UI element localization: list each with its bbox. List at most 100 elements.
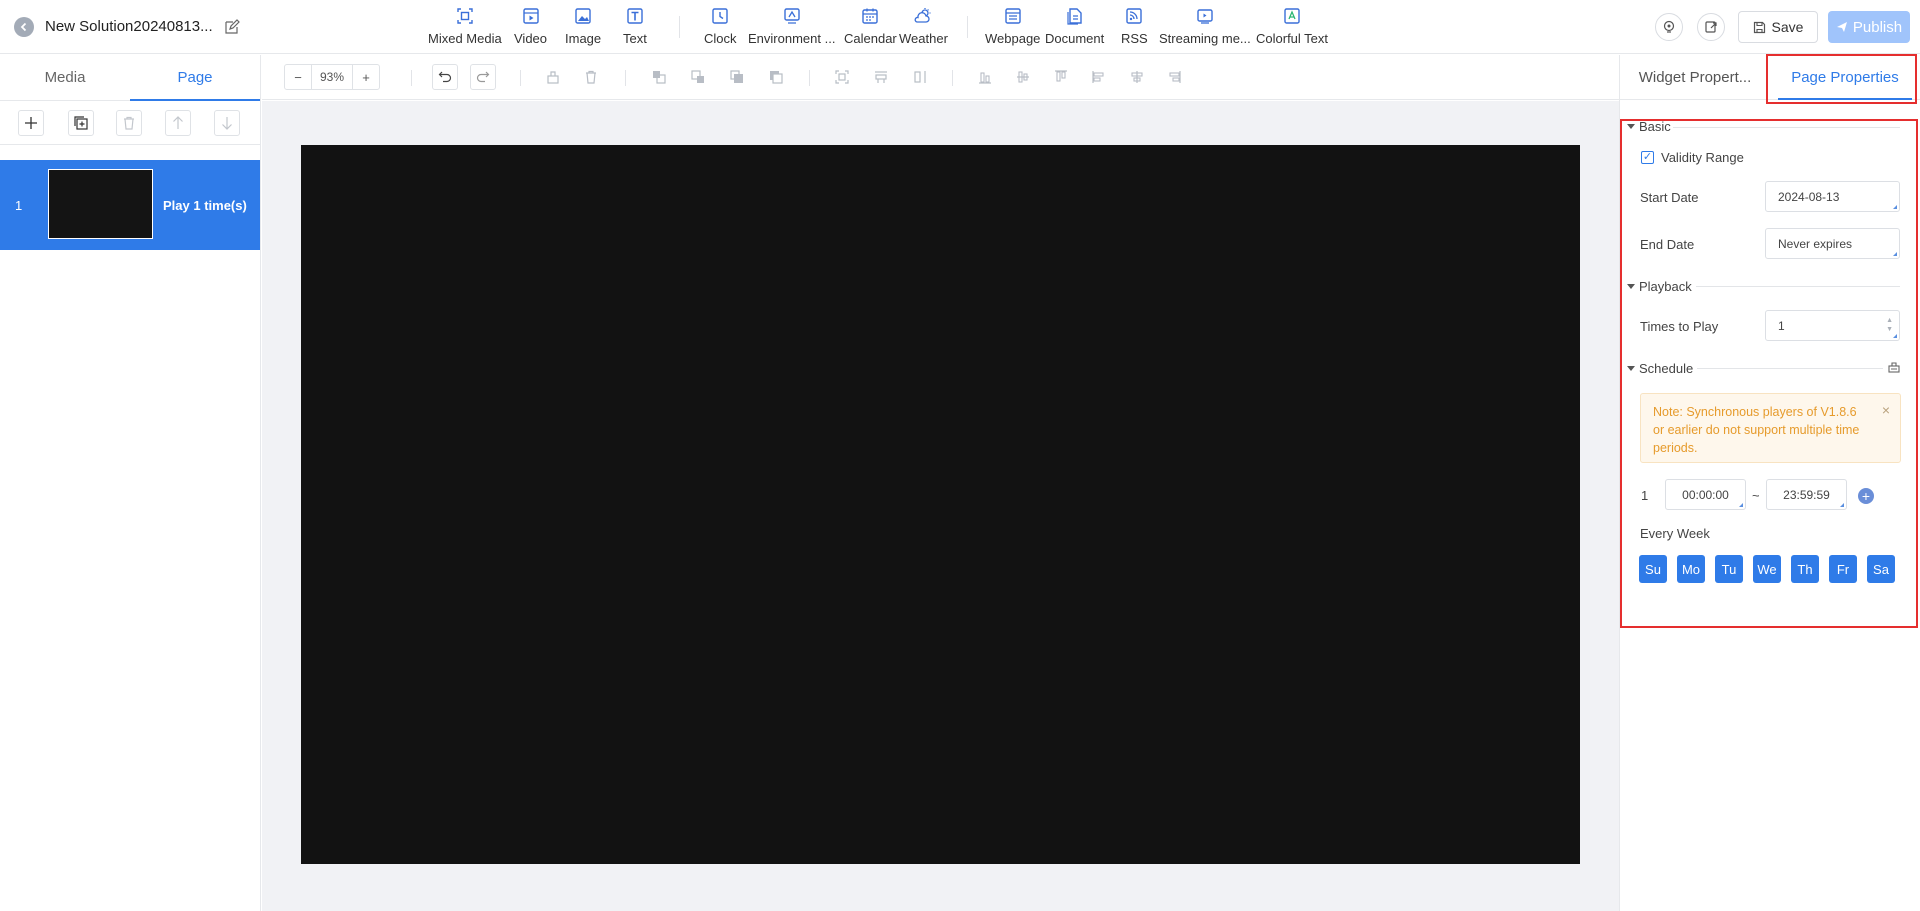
add-page-icon[interactable] <box>18 110 44 136</box>
section-basic[interactable]: Basic <box>1627 119 1671 134</box>
undo-icon[interactable] <box>432 64 458 90</box>
toolbar-divider <box>625 70 626 86</box>
page-toolbar <box>0 101 260 145</box>
note-text: Note: Synchronous players of V1.8.6 or e… <box>1653 405 1860 455</box>
redo-icon[interactable] <box>470 64 496 90</box>
day-monday[interactable]: Mo <box>1677 555 1705 583</box>
page-list-item[interactable]: 1 Play 1 time(s) <box>0 160 260 250</box>
toolbar-divider <box>520 70 521 86</box>
schedule-settings-icon[interactable] <box>1888 361 1900 373</box>
add-period-icon[interactable]: + <box>1858 488 1874 504</box>
send-to-back-icon[interactable] <box>763 64 789 90</box>
caret-down-icon <box>1627 284 1635 289</box>
tool-document[interactable]: Document <box>1045 4 1104 50</box>
zoom-in-icon[interactable]: + <box>353 65 379 89</box>
rss-icon <box>1124 6 1144 26</box>
align-horizontal-center-icon[interactable] <box>1124 64 1150 90</box>
caret-down-icon <box>1627 366 1635 371</box>
send-backward-icon[interactable] <box>685 64 711 90</box>
time-separator: ~ <box>1752 488 1760 503</box>
validity-range-checkbox[interactable]: ✓ <box>1641 151 1654 164</box>
tool-label: Clock <box>704 31 737 46</box>
start-time-field[interactable]: 00:00:00 <box>1665 479 1746 510</box>
clear-icon[interactable] <box>540 64 566 90</box>
end-date-field[interactable]: Never expires <box>1765 228 1900 259</box>
section-title: Playback <box>1639 279 1692 294</box>
tool-rss[interactable]: RSS <box>1121 4 1148 50</box>
end-time-field[interactable]: 23:59:59 <box>1766 479 1847 510</box>
day-wednesday[interactable]: We <box>1753 555 1781 583</box>
tab-media[interactable]: Media <box>0 55 130 100</box>
tool-image[interactable]: Image <box>565 4 601 50</box>
export-icon[interactable] <box>1697 13 1725 41</box>
tool-label: Environment ... <box>748 31 836 46</box>
tool-video[interactable]: Video <box>514 4 547 50</box>
back-icon[interactable] <box>14 17 34 37</box>
delete-page-icon[interactable] <box>116 110 142 136</box>
save-button[interactable]: Save <box>1738 11 1818 43</box>
tab-page[interactable]: Page <box>130 55 260 101</box>
zoom-out-icon[interactable]: − <box>285 65 311 89</box>
image-icon <box>573 6 593 26</box>
toolbar-divider <box>967 16 968 38</box>
page-thumbnail <box>48 169 153 239</box>
text-icon <box>625 6 645 26</box>
left-panel: Media Page 1 Play 1 time(s) <box>0 55 261 911</box>
move-up-icon[interactable] <box>165 110 191 136</box>
clock-icon <box>710 6 730 26</box>
tool-label: Mixed Media <box>428 31 502 46</box>
tool-weather[interactable]: Weather <box>899 4 948 50</box>
canvas-area <box>262 101 1619 911</box>
section-title: Basic <box>1639 119 1671 134</box>
fill-height-icon[interactable] <box>907 64 933 90</box>
fit-canvas-icon[interactable] <box>829 64 855 90</box>
section-schedule[interactable]: Schedule <box>1627 361 1693 376</box>
zoom-value: 93% <box>311 65 353 89</box>
day-thursday[interactable]: Th <box>1791 555 1819 583</box>
tool-clock[interactable]: Clock <box>704 4 737 50</box>
page-play-count: Play 1 time(s) <box>163 198 247 213</box>
copy-page-icon[interactable] <box>68 110 94 136</box>
day-friday[interactable]: Fr <box>1829 555 1857 583</box>
align-right-icon[interactable] <box>1161 64 1187 90</box>
tool-webpage[interactable]: Webpage <box>985 4 1040 50</box>
align-bottom-icon[interactable] <box>972 64 998 90</box>
tab-widget-properties[interactable]: Widget Propert... <box>1620 55 1770 99</box>
tool-calendar[interactable]: Calendar <box>844 4 897 50</box>
canvas-toolbar: − 93% + <box>262 55 1619 100</box>
page-canvas[interactable] <box>301 145 1580 864</box>
align-left-icon[interactable] <box>1086 64 1112 90</box>
day-sunday[interactable]: Su <box>1639 555 1667 583</box>
close-icon[interactable]: × <box>1882 401 1890 419</box>
align-top-icon[interactable] <box>1048 64 1074 90</box>
spinner-icon[interactable]: ▲ ▼ <box>1886 316 1893 334</box>
tool-environment[interactable]: Environment ... <box>748 4 835 50</box>
times-to-play-field[interactable]: 1 ▲ ▼ <box>1765 310 1900 341</box>
bring-to-front-icon[interactable] <box>724 64 750 90</box>
section-title: Schedule <box>1639 361 1694 376</box>
schedule-note: Note: Synchronous players of V1.8.6 or e… <box>1640 393 1901 463</box>
tool-mixed-media[interactable]: Mixed Media <box>428 4 502 50</box>
publish-button[interactable]: Publish <box>1828 11 1910 43</box>
bring-forward-icon[interactable] <box>646 64 672 90</box>
mixed-media-icon <box>455 6 475 26</box>
align-vertical-center-icon[interactable] <box>1010 64 1036 90</box>
section-divider <box>1697 368 1883 369</box>
period-index: 1 <box>1641 488 1649 503</box>
publish-label: Publish <box>1852 18 1903 36</box>
day-tuesday[interactable]: Tu <box>1715 555 1743 583</box>
section-playback[interactable]: Playback <box>1627 279 1692 294</box>
delete-widget-icon[interactable] <box>578 64 604 90</box>
send-icon <box>1836 22 1847 32</box>
move-down-icon[interactable] <box>214 110 240 136</box>
tool-text[interactable]: Text <box>623 4 647 50</box>
section-divider <box>1673 127 1900 128</box>
preview-icon[interactable] <box>1655 13 1683 41</box>
tool-streaming-media[interactable]: Streaming me... <box>1159 4 1251 50</box>
fill-width-icon[interactable] <box>868 64 894 90</box>
day-saturday[interactable]: Sa <box>1867 555 1895 583</box>
edit-title-icon[interactable] <box>224 19 240 35</box>
end-date-label: End Date <box>1640 237 1695 252</box>
start-date-field[interactable]: 2024-08-13 <box>1765 181 1900 212</box>
tool-colorful-text[interactable]: Colorful Text <box>1256 4 1328 50</box>
